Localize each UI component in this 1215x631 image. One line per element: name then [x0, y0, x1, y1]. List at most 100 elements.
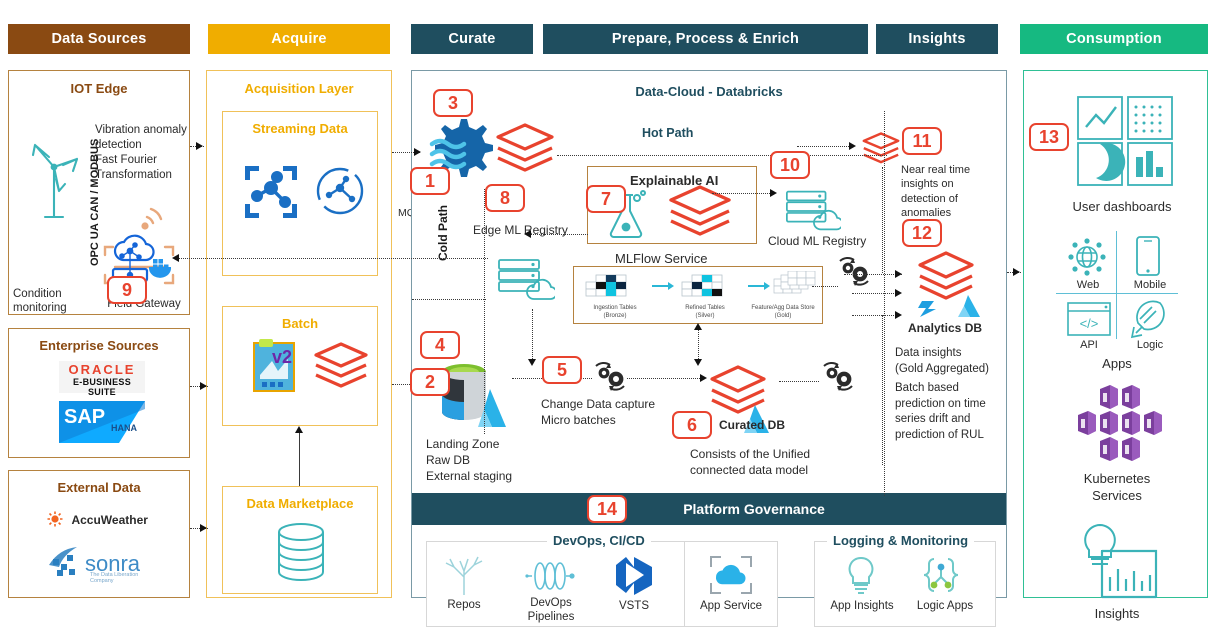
oracle-ebs-logo: ORACLE E-BUSINESS SUITE [59, 361, 145, 397]
mobile-icon [1136, 236, 1160, 276]
mlflow-to-cloudreg-line [712, 193, 772, 194]
user-dashboards-label: User dashboards [1072, 199, 1172, 214]
gears-icon [595, 361, 625, 391]
curated-db-caption: Consists of the Unified connected data m… [690, 447, 811, 478]
insights-icon [1084, 523, 1158, 599]
curated-to-gear-line [779, 381, 819, 382]
arrow-bronze-to-silver [652, 282, 674, 290]
insights-down-line [882, 167, 883, 273]
logging-monitoring-title: Logging & Monitoring [827, 533, 975, 548]
gear-to-analytics-line [844, 274, 902, 275]
badge-9[interactable]: 9 [107, 276, 147, 304]
cold-path-label: Cold Path [436, 205, 450, 261]
badge-10[interactable]: 10 [770, 151, 810, 179]
panel-external-data: External Data AccuWeather sonra The Data… [8, 470, 190, 598]
kubernetes-services-icon [1078, 385, 1162, 461]
bronze-tables-icon [585, 274, 627, 297]
header-label: Insights [908, 31, 966, 47]
medallion-caption-silver: Refined Tables (Silver) [685, 305, 725, 319]
header-data-sources[interactable]: Data Sources [8, 24, 190, 54]
api-icon: </> [1067, 302, 1111, 336]
logic-label: Logic [1136, 339, 1164, 351]
apps-divider-horizontal [1056, 293, 1178, 295]
header-curate[interactable]: Curate [411, 24, 533, 54]
gears-icon [839, 256, 869, 286]
stream-analytics-icon [316, 167, 364, 215]
near-real-time-insights-label: Near real time insights on detection of … [901, 164, 971, 219]
platform-title: Data-Cloud - Databricks [635, 84, 783, 99]
panel-acquisition-layer: Acquisition Layer Streaming Data 1 Batch… [206, 70, 450, 598]
badge-11[interactable]: 11 [902, 127, 942, 155]
badge-13[interactable]: 13 [1029, 123, 1069, 151]
edge-ml-registry-label: Edge ML Registry [473, 223, 568, 237]
gear-to-analytics-arrow-b [895, 289, 902, 297]
mlflow-to-cloudreg-arrow [770, 189, 777, 197]
insights-column-divider [884, 111, 885, 496]
panel-consumption: User dashboards 13 Web Mobile </> API Lo… [1023, 70, 1208, 621]
enterprise-sources-title: Enterprise Sources [39, 338, 159, 353]
header-consumption[interactable]: Consumption [1020, 24, 1208, 54]
devops-pipelines-label: DevOps Pipelines [527, 597, 575, 623]
panel-batch: Batch v2 [222, 306, 378, 426]
mlflow-to-edgereg-arrow [524, 230, 531, 238]
coldpath-to-landing-line [532, 309, 533, 361]
badge-2[interactable]: 2 [410, 368, 450, 396]
header-insights[interactable]: Insights [876, 24, 998, 54]
badge-14[interactable]: 14 [587, 495, 627, 523]
cold-path-vline [484, 189, 485, 434]
mobile-label: Mobile [1133, 279, 1167, 291]
event-hub-icon [245, 166, 297, 218]
badge-12[interactable]: 12 [902, 219, 942, 247]
sap-hana-logo: SAP HANA [59, 401, 145, 443]
condition-monitoring-label: Condition monitoring [13, 288, 67, 315]
insights-down-line-2 [882, 315, 883, 465]
panel-logging-monitoring [814, 541, 996, 627]
panel-data-marketplace: Data Marketplace [222, 486, 378, 594]
web-icon [1068, 238, 1106, 276]
app-service-label: App Service [699, 600, 762, 612]
gear-to-analytics-line3 [852, 315, 900, 316]
medallion-to-curated-line [698, 327, 699, 361]
medallion-to-gear-line [812, 286, 838, 287]
insights-label: Insights [1094, 606, 1140, 621]
enterprise-to-batch-arrow [200, 382, 207, 390]
architecture-diagram: Data Sources Acquire Curate Prepare, Pro… [0, 0, 1215, 631]
platform-to-consumption-arrow [1013, 268, 1020, 276]
panel-enterprise-sources: Enterprise Sources ORACLE E-BUSINESS SUI… [8, 328, 190, 458]
badge-1[interactable]: 1 [410, 167, 450, 195]
header-label: Curate [448, 31, 496, 47]
header-label: Data Sources [51, 31, 147, 47]
edge-capabilities-label: Vibration anomaly detection Fast Fourier… [95, 124, 187, 181]
panel-iot-edge: IOT Edge Condition monitoring OPC UA CAN… [8, 70, 190, 315]
silver-tables-icon [681, 274, 723, 297]
cdc-label: Change Data capture Micro batches [541, 397, 656, 428]
header-prepare[interactable]: Prepare, Process & Enrich [543, 24, 868, 54]
external-data-title: External Data [57, 480, 141, 495]
gold-data-store-icon [773, 271, 816, 294]
badge-5[interactable]: 5 [542, 356, 582, 384]
vsts-label: VSTS [618, 600, 650, 612]
data-insights-note: Data insights (Gold Aggregated) [895, 347, 989, 375]
cdc-to-curated-arrow [700, 374, 707, 382]
devops-cicd-title: DevOps, CI/CD [547, 533, 651, 548]
badge-8[interactable]: 8 [485, 184, 525, 212]
database-icon [278, 523, 324, 581]
badge-3[interactable]: 3 [433, 89, 473, 117]
data-marketplace-title: Data Marketplace [246, 496, 354, 511]
medallion-caption-gold: Feature/Agg Data Store (Gold) [751, 305, 815, 319]
gear-to-analytics-arrow-a [895, 270, 902, 278]
app-service-icon [710, 556, 752, 594]
cloudreg-to-insights-arrow [849, 142, 856, 150]
badge-4[interactable]: 4 [420, 331, 460, 359]
mlflow-service-label: MLFlow Service [615, 251, 708, 266]
api-label: API [1080, 339, 1098, 351]
databricks-logo-icon [669, 185, 731, 236]
databricks-logo-icon [862, 132, 900, 164]
data-factory-v2-icon: v2 [253, 339, 295, 392]
badge-7[interactable]: 7 [586, 185, 626, 213]
badge-6[interactable]: 6 [672, 411, 712, 439]
marketplace-to-batch-line [299, 431, 300, 486]
header-acquire[interactable]: Acquire [208, 24, 390, 54]
coldpath-to-landing-arrow [527, 359, 536, 366]
panel-data-cloud-databricks: Data-Cloud - Databricks Hot Path Cold Pa… [411, 70, 1007, 627]
